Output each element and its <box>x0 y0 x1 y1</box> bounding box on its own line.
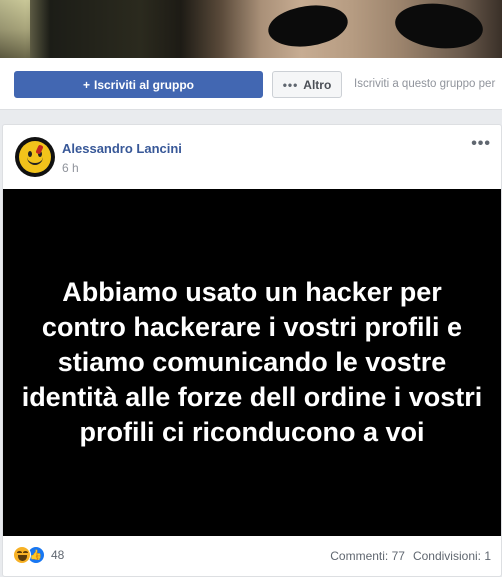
group-cover-photo <box>0 0 502 58</box>
post-author-link[interactable]: Alessandro Lancini <box>62 141 182 156</box>
avatar[interactable] <box>15 137 55 177</box>
cover-highlight <box>0 0 30 58</box>
post-timestamp[interactable]: 6 h <box>62 161 79 175</box>
cover-eye-right <box>392 0 486 53</box>
smiley-avatar-icon <box>19 141 51 173</box>
post-image-text: Abbiamo usato un hacker per contro hacke… <box>21 277 483 447</box>
cover-eye-left <box>265 0 351 52</box>
haha-icon <box>13 546 31 564</box>
dots-icon: ••• <box>282 77 299 92</box>
group-action-bar: + Iscriviti al gruppo ••• Altro Iscrivit… <box>0 58 502 110</box>
more-label: Altro <box>303 77 332 92</box>
join-group-button[interactable]: + Iscriviti al gruppo <box>14 71 263 98</box>
post-footer: 👍 48 Commenti: 77 Condivisioni: 1 <box>3 536 501 576</box>
comments-count-link[interactable]: Commenti: 77 <box>330 549 405 563</box>
reactions-summary[interactable]: 👍 48 <box>13 546 64 564</box>
shares-count-link[interactable]: Condivisioni: 1 <box>413 549 491 563</box>
join-hint-text: Iscriviti a questo gruppo per <box>354 78 496 90</box>
post-image[interactable]: Abbiamo usato un hacker per contro hacke… <box>3 189 501 536</box>
join-group-label: Iscriviti al gruppo <box>93 77 195 92</box>
more-options-icon[interactable]: ••• <box>471 135 491 153</box>
reaction-count: 48 <box>51 548 65 562</box>
more-button[interactable]: ••• Altro <box>272 71 342 98</box>
post-stats: Commenti: 77 Condivisioni: 1 <box>330 549 491 563</box>
post-card: Alessandro Lancini 6 h ••• Abbiamo usato… <box>2 124 502 577</box>
plus-icon: + <box>82 77 90 92</box>
